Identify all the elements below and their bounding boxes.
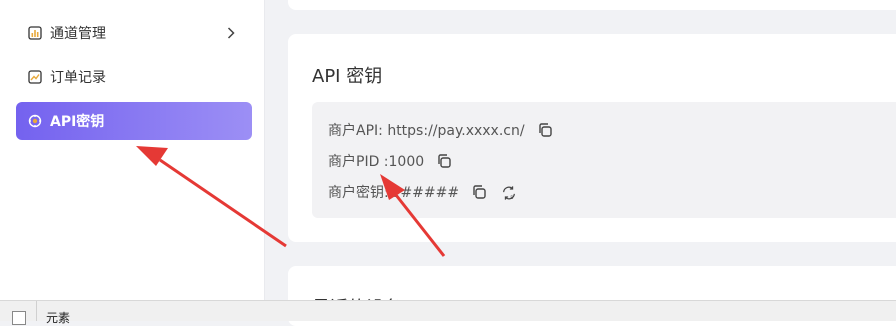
sidebar-item-label: API密钥 (50, 114, 105, 130)
chevron-right-icon[interactable] (224, 26, 238, 40)
copy-icon[interactable] (537, 122, 553, 138)
elements-tab[interactable]: 元素 (46, 309, 70, 326)
api-info-box: 商户API: https://pay.xxxx.cn/ 商户PID :1000 … (312, 102, 896, 218)
bar-chart-icon (28, 26, 42, 40)
refresh-icon[interactable]: B (501, 184, 517, 201)
merchant-key-row: 商户密钥:###### B (328, 182, 517, 202)
merchant-api-text: 商户API: https://pay.xxxx.cn/ (328, 123, 525, 139)
card-title: API 密钥 (312, 66, 383, 87)
select-checkbox[interactable] (12, 311, 26, 325)
sidebar-item-label: 通道管理 (50, 26, 106, 42)
divider (36, 301, 37, 321)
line-chart-icon (28, 70, 42, 84)
sidebar-item-label: 订单记录 (50, 70, 106, 86)
sidebar-item-channel-management[interactable]: 通道管理 (16, 14, 252, 52)
sidebar: 通道管理 订单记录 API密钥 (0, 0, 265, 300)
svg-text:B: B (510, 195, 513, 201)
merchant-key-text: 商户密钥:###### (328, 185, 460, 201)
devtools-bar: 元素 (0, 300, 896, 325)
merchant-pid-text: 商户PID :1000 (328, 154, 425, 170)
key-gear-icon (28, 114, 42, 128)
sidebar-item-api-key[interactable]: API密钥 (16, 102, 252, 140)
previous-card (288, 0, 896, 10)
sidebar-item-order-records[interactable]: 订单记录 (16, 58, 252, 96)
copy-icon[interactable] (471, 184, 487, 200)
api-key-card: API 密钥 商户API: https://pay.xxxx.cn/ 商户PID… (288, 34, 896, 242)
copy-icon[interactable] (436, 153, 452, 169)
merchant-api-row: 商户API: https://pay.xxxx.cn/ (328, 120, 553, 140)
merchant-pid-row: 商户PID :1000 (328, 151, 452, 171)
